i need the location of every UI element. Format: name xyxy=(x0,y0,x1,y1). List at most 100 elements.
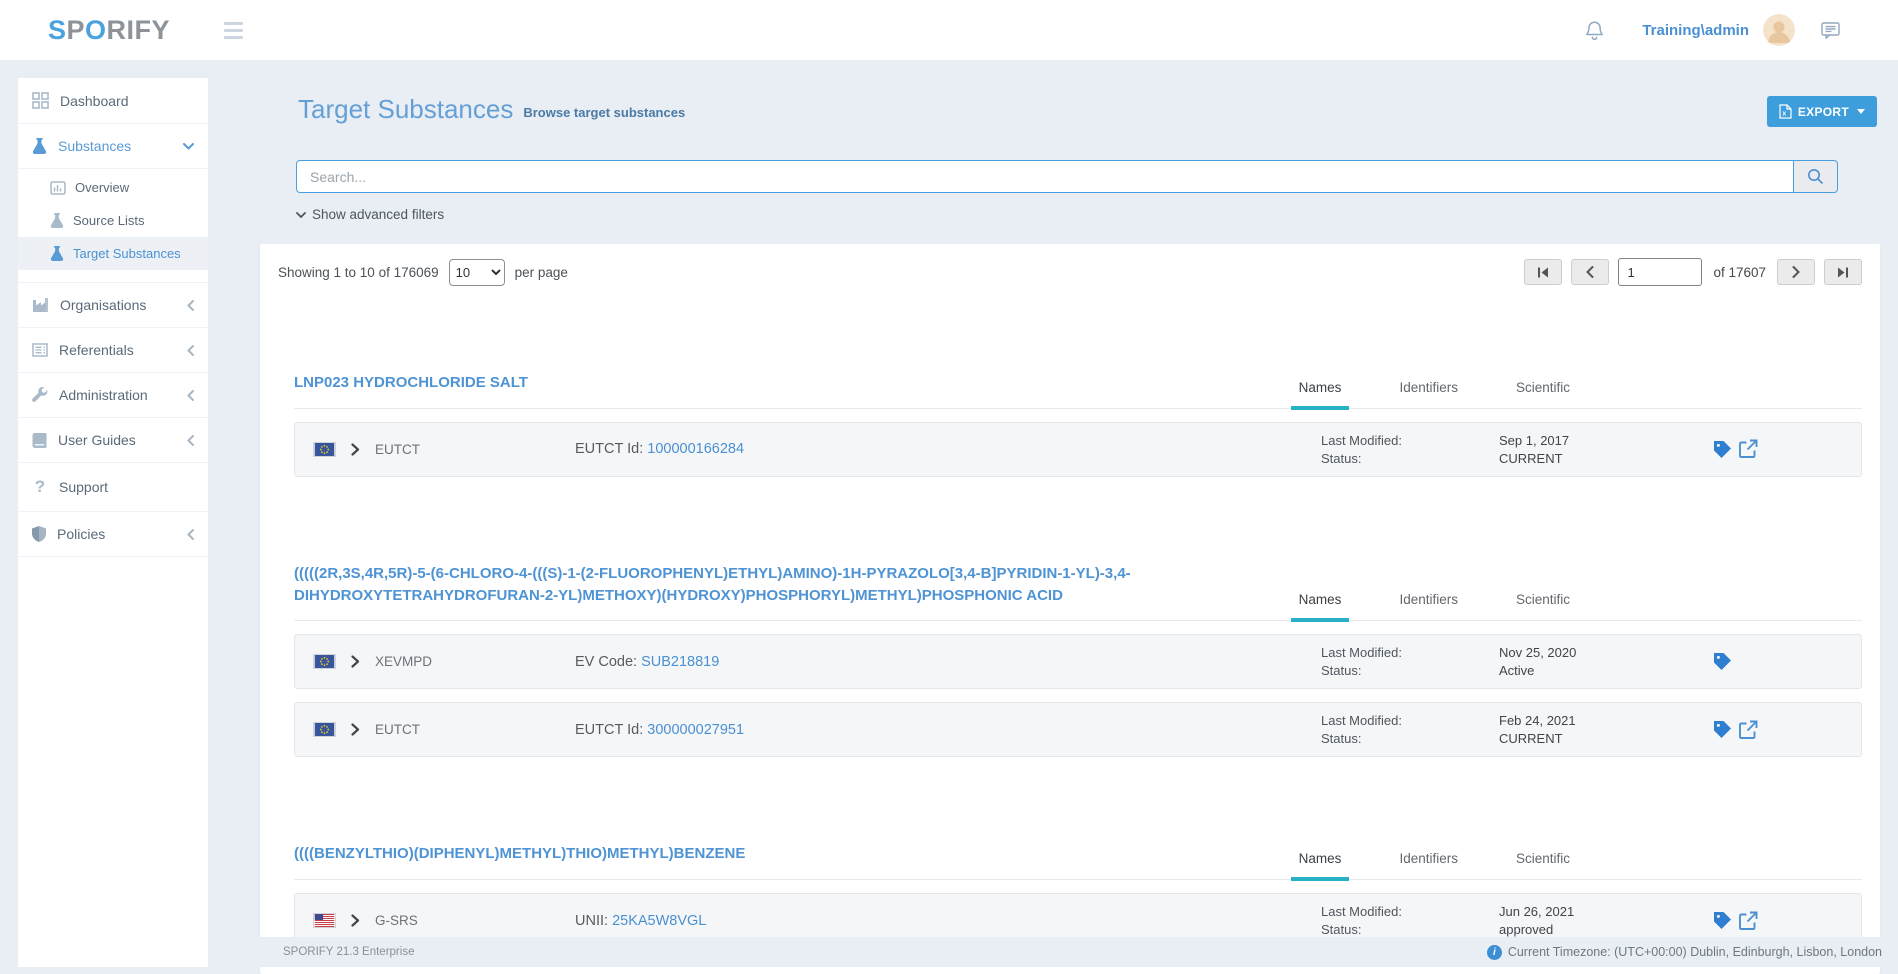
logo-letter: P xyxy=(67,15,86,46)
external-link-icon[interactable] xyxy=(1738,720,1758,740)
pager: of 17607 xyxy=(1524,258,1862,286)
expand-chevron-icon[interactable] xyxy=(351,723,360,736)
us-flag-icon xyxy=(313,913,336,928)
sidebar-item-referentials[interactable]: Referentials xyxy=(18,328,208,373)
last-modified-label: Last Modified: xyxy=(1321,713,1499,728)
chevron-down-icon xyxy=(296,212,306,218)
external-link-icon[interactable] xyxy=(1738,439,1758,459)
substance-record: EUTCT EUTCT Id: 300000027951 Last Modifi… xyxy=(294,702,1862,757)
last-page-button[interactable] xyxy=(1824,259,1862,285)
excel-file-icon: x xyxy=(1779,104,1792,119)
status-label: Status: xyxy=(1321,922,1499,937)
record-source: G-SRS xyxy=(375,913,418,928)
last-modified-label: Last Modified: xyxy=(1321,904,1499,919)
chevron-left-icon xyxy=(187,529,194,540)
chevron-left-icon xyxy=(187,345,194,356)
record-id-link[interactable]: 25KA5W8VGL xyxy=(612,913,706,929)
record-id-link[interactable]: 300000027951 xyxy=(647,722,744,738)
eu-flag-icon xyxy=(313,654,336,669)
search-button[interactable] xyxy=(1794,160,1838,193)
tab-names[interactable]: Names xyxy=(1291,374,1350,408)
tab-scientific[interactable]: Scientific xyxy=(1508,374,1578,408)
sidebar-item-source-lists[interactable]: Source Lists xyxy=(18,204,208,237)
tab-scientific[interactable]: Scientific xyxy=(1508,586,1578,620)
logo-letter: S xyxy=(48,15,67,46)
substance-group: ((((BENZYLTHIO)(DIPHENYL)METHYL)THIO)MET… xyxy=(294,837,1862,948)
external-link-icon[interactable] xyxy=(1738,911,1758,931)
sidebar-item-overview[interactable]: Overview xyxy=(18,171,208,204)
app-version: SPORIFY 21.3 Enterprise xyxy=(283,946,414,958)
sidebar-item-label: Target Substances xyxy=(73,246,181,261)
page-count-label: of 17607 xyxy=(1713,265,1766,280)
substances-submenu: Overview Source Lists Target Substances xyxy=(18,169,208,283)
main-content: Target Substances Browse target substanc… xyxy=(228,60,1880,974)
current-user[interactable]: Training\admin xyxy=(1642,22,1749,39)
tab-scientific[interactable]: Scientific xyxy=(1508,845,1578,879)
search-input[interactable] xyxy=(296,160,1794,193)
substance-name[interactable]: ((((BENZYLTHIO)(DIPHENYL)METHYL)THIO)MET… xyxy=(294,837,745,879)
sidebar-item-label: Policies xyxy=(57,526,105,542)
status-label: Status: xyxy=(1321,731,1499,746)
sidebar-item-label: Support xyxy=(59,479,108,495)
page-number-input[interactable] xyxy=(1618,258,1702,286)
sidebar-item-user-guides[interactable]: User Guides xyxy=(18,418,208,463)
chart-icon xyxy=(50,181,66,195)
sidebar-item-policies[interactable]: Policies xyxy=(18,512,208,557)
record-id-link[interactable]: SUB218819 xyxy=(641,654,719,670)
export-button[interactable]: x EXPORT xyxy=(1767,96,1877,127)
tag-icon[interactable] xyxy=(1713,440,1732,459)
sidebar-item-substances[interactable]: Substances xyxy=(18,124,208,169)
tab-identifiers[interactable]: Identifiers xyxy=(1391,586,1466,620)
expand-chevron-icon[interactable] xyxy=(351,655,360,668)
tag-icon[interactable] xyxy=(1713,720,1732,739)
eu-flag-icon xyxy=(313,722,336,737)
showing-count: Showing 1 to 10 of 176069 xyxy=(278,265,439,280)
sidebar-item-dashboard[interactable]: Dashboard xyxy=(18,78,208,124)
chevron-left-icon xyxy=(187,435,194,446)
sporify-logo[interactable]: SPORIFY xyxy=(48,15,170,46)
first-page-button[interactable] xyxy=(1524,259,1562,285)
sidebar-item-organisations[interactable]: Organisations xyxy=(18,283,208,328)
sidebar-item-administration[interactable]: Administration xyxy=(18,373,208,418)
avatar[interactable] xyxy=(1763,14,1795,46)
tab-names[interactable]: Names xyxy=(1291,845,1350,879)
substance-name[interactable]: (((((2R,3S,4R,5R)-5-(6-CHLORO-4-(((S)-1-… xyxy=(294,557,1254,621)
page-subtitle: Browse target substances xyxy=(523,94,685,120)
tab-identifiers[interactable]: Identifiers xyxy=(1391,845,1466,879)
last-modified-value: Nov 25, 2020 xyxy=(1499,645,1713,660)
expand-chevron-icon[interactable] xyxy=(351,443,360,456)
timezone-label: Current Timezone: (UTC+00:00) Dublin, Ed… xyxy=(1508,945,1882,959)
sidebar-item-support[interactable]: ? Support xyxy=(18,463,208,512)
notifications-bell-icon[interactable] xyxy=(1585,20,1604,41)
substance-record: XEVMPD EV Code: SUB218819 Last Modified:… xyxy=(294,634,1862,689)
logo-letter: O xyxy=(85,15,107,46)
svg-text:x: x xyxy=(1782,111,1786,118)
sidebar-item-target-substances[interactable]: Target Substances xyxy=(18,237,208,270)
next-page-button[interactable] xyxy=(1777,259,1815,285)
show-advanced-filters-toggle[interactable]: Show advanced filters xyxy=(296,207,444,222)
tag-icon[interactable] xyxy=(1713,911,1732,930)
topbar: SPORIFY Training\admin xyxy=(0,0,1898,60)
record-id-link[interactable]: 100000166284 xyxy=(647,441,744,457)
expand-chevron-icon[interactable] xyxy=(351,914,360,927)
record-id-label: UNII: xyxy=(575,913,608,929)
per-page-select[interactable]: 10 xyxy=(449,259,505,286)
previous-page-button[interactable] xyxy=(1571,259,1609,285)
status-value: Active xyxy=(1499,663,1713,678)
tab-identifiers[interactable]: Identifiers xyxy=(1391,374,1466,408)
question-mark-icon: ? xyxy=(32,477,48,497)
record-id-label: EV Code: xyxy=(575,654,637,670)
record-source: XEVMPD xyxy=(375,654,432,669)
book-icon xyxy=(32,433,47,448)
menu-toggle-icon[interactable] xyxy=(220,18,247,43)
feedback-chat-icon[interactable] xyxy=(1821,22,1840,39)
tag-icon[interactable] xyxy=(1713,652,1732,671)
tab-names[interactable]: Names xyxy=(1291,586,1350,620)
substance-name[interactable]: LNP023 HYDROCHLORIDE SALT xyxy=(294,366,528,408)
grid-icon xyxy=(32,92,49,109)
sidebar-item-label: Overview xyxy=(75,180,129,195)
flask-icon xyxy=(50,213,64,228)
last-modified-label: Last Modified: xyxy=(1321,433,1499,448)
caret-down-icon xyxy=(1857,109,1865,118)
status-value: CURRENT xyxy=(1499,731,1713,746)
